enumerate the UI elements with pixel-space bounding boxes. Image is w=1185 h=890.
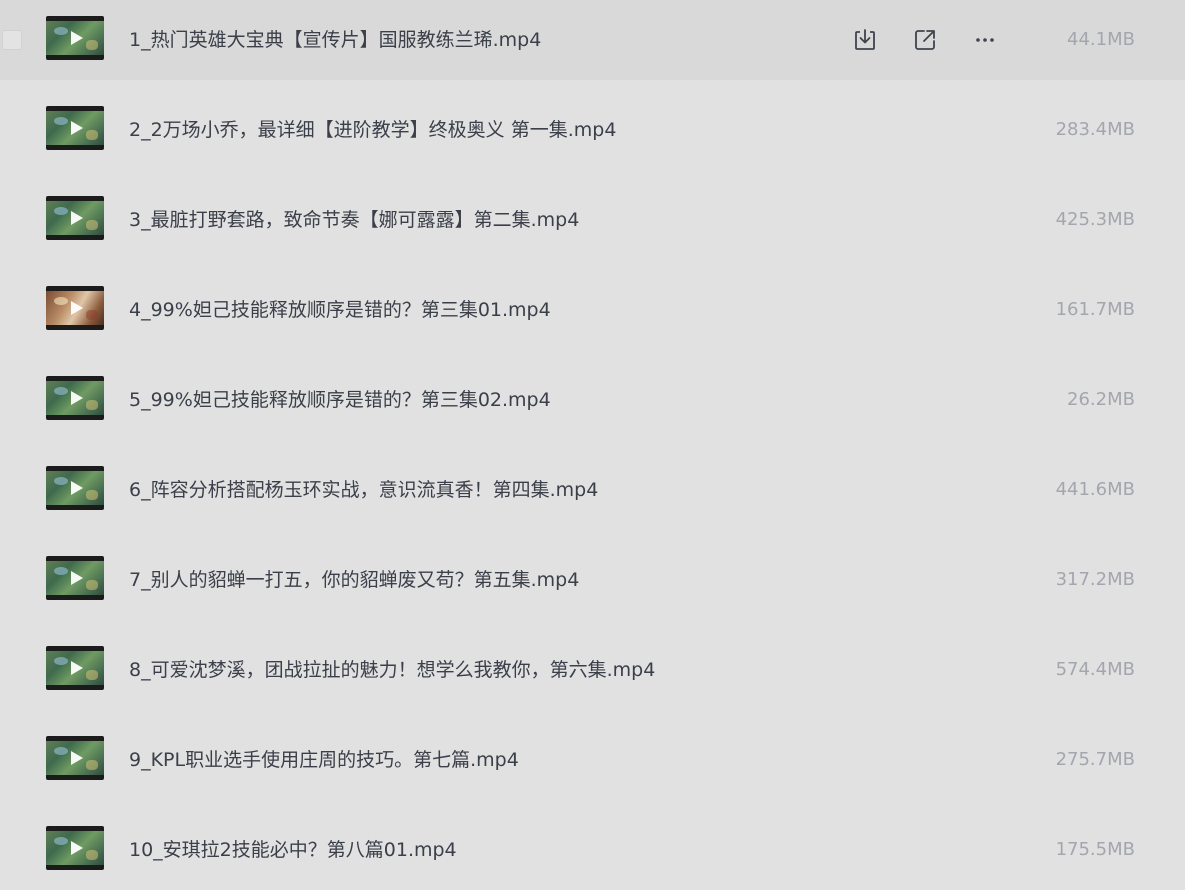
play-icon [71, 661, 83, 675]
play-icon [71, 751, 83, 765]
video-thumbnail[interactable] [46, 736, 104, 780]
play-icon [71, 301, 83, 315]
file-row[interactable]: 8_可爱沈梦溪，团战拉扯的魅力！想学么我教你，第六集.mp4 574.4MB [0, 630, 1185, 710]
file-size: 317.2MB [1055, 569, 1135, 590]
play-icon [71, 121, 83, 135]
file-name[interactable]: 10_安琪拉2技能必中？第八篇01.mp4 [129, 839, 457, 861]
video-thumbnail[interactable] [46, 286, 104, 330]
file-size: 425.3MB [1055, 209, 1135, 230]
file-row[interactable]: 5_99%妲己技能释放顺序是错的？第三集02.mp4 26.2MB [0, 360, 1185, 440]
play-icon [71, 391, 83, 405]
video-thumbnail[interactable] [46, 466, 104, 510]
video-thumbnail[interactable] [46, 106, 104, 150]
file-name[interactable]: 9_KPL职业选手使用庄周的技巧。第七篇.mp4 [129, 749, 519, 771]
file-row[interactable]: 7_别人的貂蝉一打五，你的貂蝉废又苟？第五集.mp4 317.2MB [0, 540, 1185, 620]
video-thumbnail[interactable] [46, 646, 104, 690]
file-name[interactable]: 7_别人的貂蝉一打五，你的貂蝉废又苟？第五集.mp4 [129, 569, 579, 591]
more-icon [976, 38, 994, 42]
file-name[interactable]: 4_99%妲己技能释放顺序是错的？第三集01.mp4 [129, 299, 551, 321]
download-button[interactable] [851, 26, 879, 54]
video-thumbnail[interactable] [46, 376, 104, 420]
video-thumbnail[interactable] [46, 826, 104, 870]
file-size: 44.1MB [1067, 29, 1135, 50]
file-name[interactable]: 2_2万场小乔，最详细【进阶教学】终极奥义 第一集.mp4 [129, 119, 616, 141]
more-button[interactable] [971, 26, 999, 54]
file-name[interactable]: 1_热门英雄大宝典【宣传片】国服教练兰琋.mp4 [129, 29, 541, 51]
file-row[interactable]: 4_99%妲己技能释放顺序是错的？第三集01.mp4 161.7MB [0, 270, 1185, 350]
play-icon [71, 481, 83, 495]
file-name[interactable]: 5_99%妲己技能释放顺序是错的？第三集02.mp4 [129, 389, 551, 411]
file-list: 1_热门英雄大宝典【宣传片】国服教练兰琋.mp4 44.1MB 2_2万场小乔，… [0, 0, 1185, 887]
file-size: 441.6MB [1055, 479, 1135, 500]
file-size: 175.5MB [1055, 839, 1135, 860]
file-size: 574.4MB [1055, 659, 1135, 680]
download-icon [855, 29, 875, 50]
file-size: 283.4MB [1055, 119, 1135, 140]
file-row[interactable]: 2_2万场小乔，最详细【进阶教学】终极奥义 第一集.mp4 283.4MB [0, 90, 1185, 170]
file-name[interactable]: 8_可爱沈梦溪，团战拉扯的魅力！想学么我教你，第六集.mp4 [129, 659, 655, 681]
play-icon [71, 31, 83, 45]
file-row[interactable]: 6_阵容分析搭配杨玉环实战，意识流真香！第四集.mp4 441.6MB [0, 450, 1185, 530]
file-row[interactable]: 1_热门英雄大宝典【宣传片】国服教练兰琋.mp4 44.1MB [0, 0, 1185, 80]
file-row[interactable]: 9_KPL职业选手使用庄周的技巧。第七篇.mp4 275.7MB [0, 720, 1185, 800]
video-thumbnail[interactable] [46, 196, 104, 240]
share-button[interactable] [911, 26, 939, 54]
file-name[interactable]: 3_最脏打野套路，致命节奏【娜可露露】第二集.mp4 [129, 209, 579, 231]
play-icon [71, 211, 83, 225]
row-checkbox[interactable] [2, 30, 22, 50]
video-thumbnail[interactable] [46, 556, 104, 600]
play-icon [71, 571, 83, 585]
file-size: 161.7MB [1055, 299, 1135, 320]
share-icon [915, 30, 935, 50]
file-name[interactable]: 6_阵容分析搭配杨玉环实战，意识流真香！第四集.mp4 [129, 479, 598, 501]
file-row[interactable]: 10_安琪拉2技能必中？第八篇01.mp4 175.5MB [0, 810, 1185, 890]
video-thumbnail[interactable] [46, 16, 104, 60]
file-row[interactable]: 3_最脏打野套路，致命节奏【娜可露露】第二集.mp4 425.3MB [0, 180, 1185, 260]
file-size: 275.7MB [1055, 749, 1135, 770]
play-icon [71, 841, 83, 855]
file-size: 26.2MB [1067, 389, 1135, 410]
